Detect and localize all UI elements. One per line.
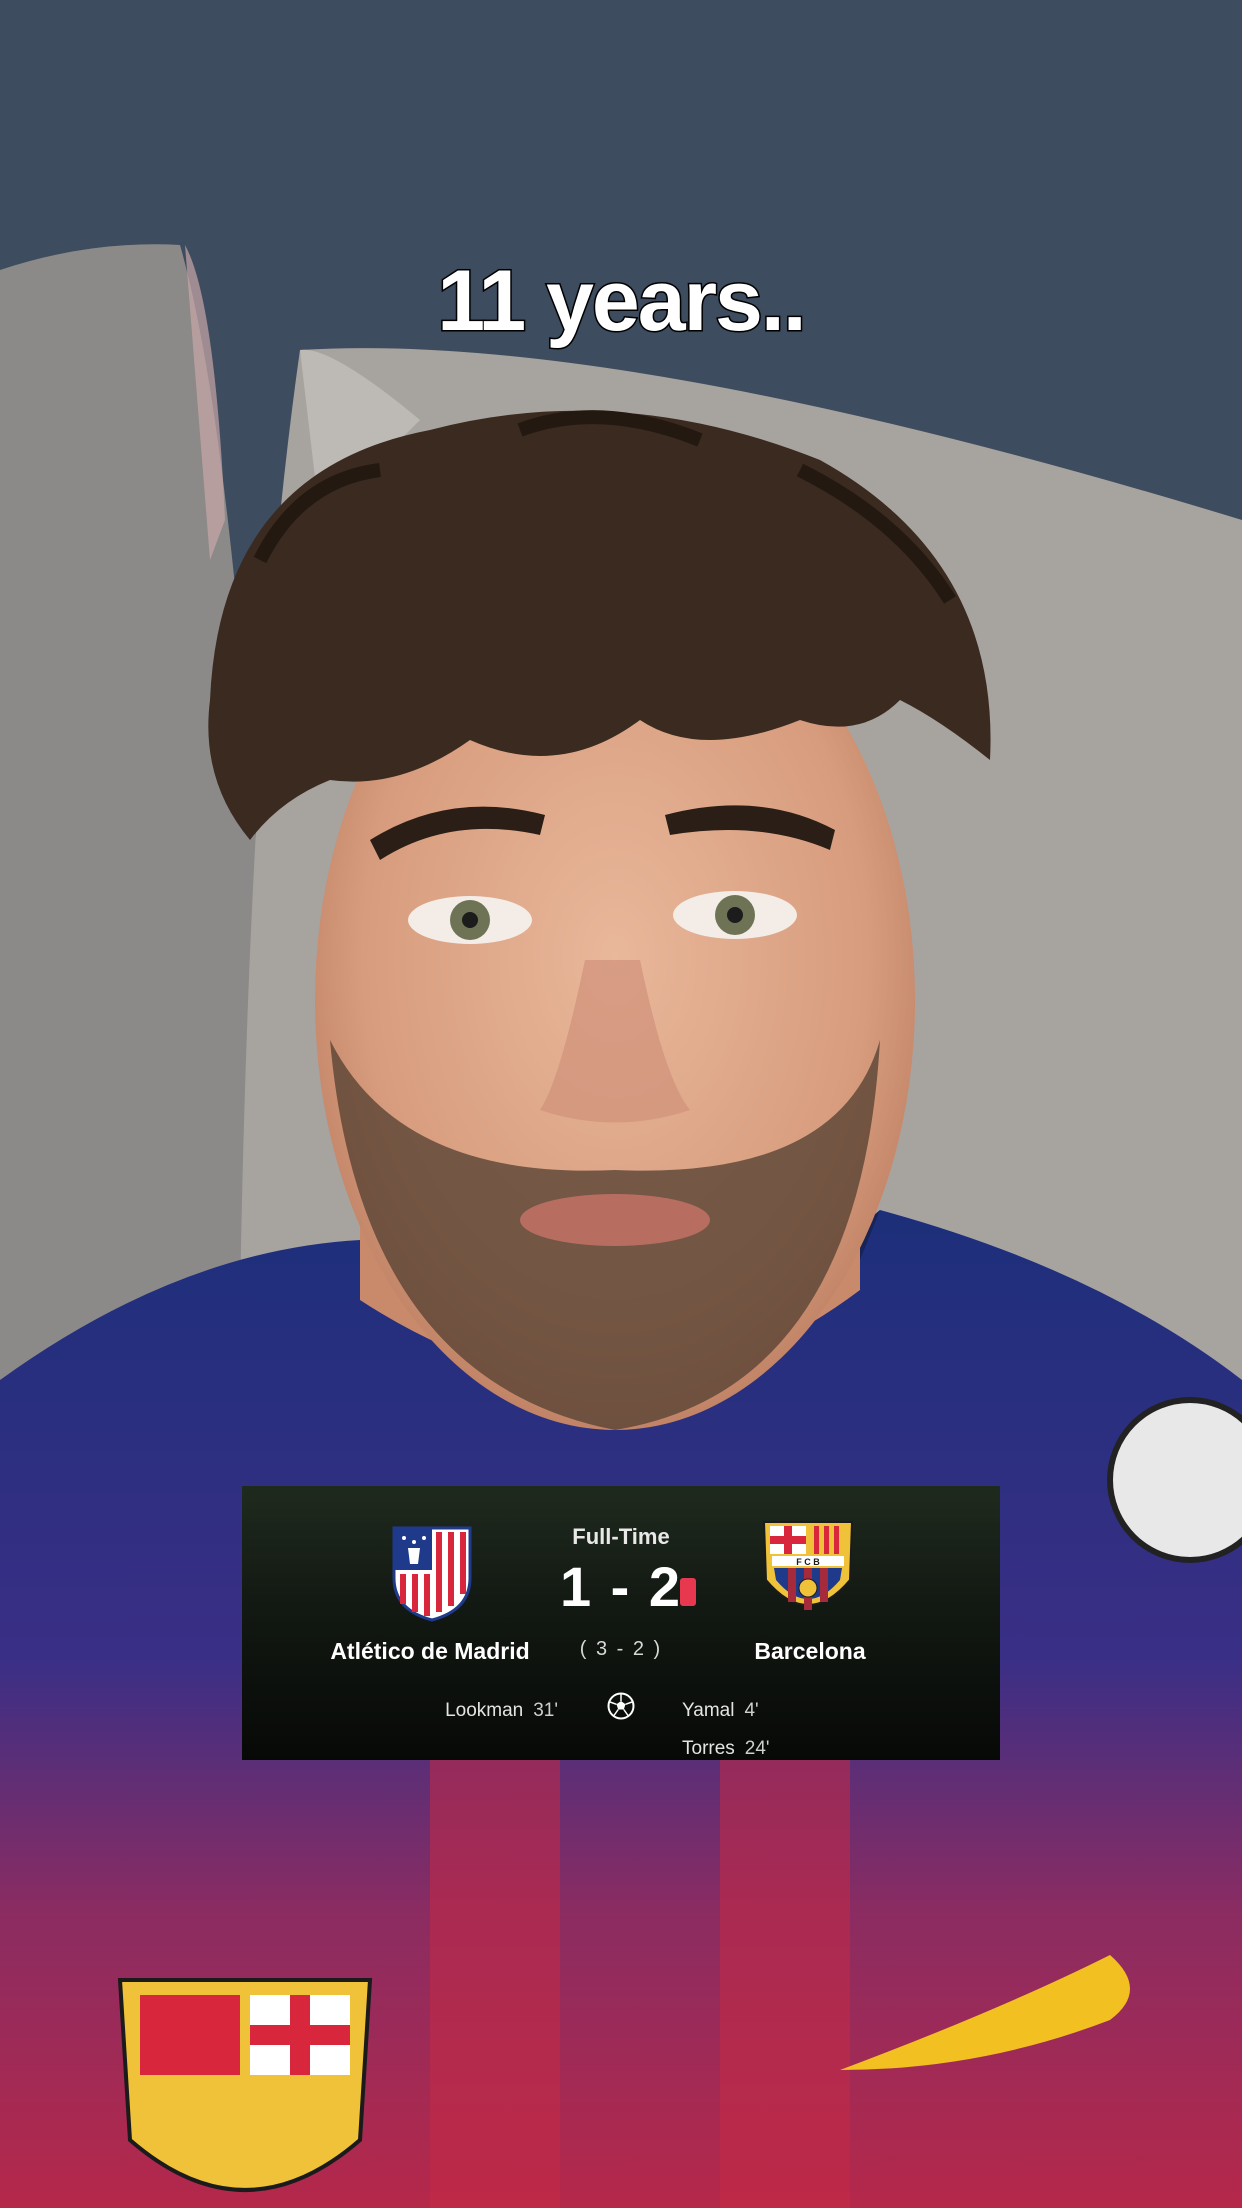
- away-team-name: Barcelona: [754, 1638, 866, 1664]
- scorer-minute: 24': [744, 1738, 770, 1759]
- match-status: Full-Time: [572, 1524, 670, 1549]
- svg-text:F C B: F C B: [796, 1557, 820, 1567]
- scorer-name: Yamal: [682, 1700, 735, 1721]
- match-score-card: Full-Time 1 - 2 ( 3 - 2 ) F C B Atlético…: [242, 1486, 1000, 1760]
- scorer-name: Lookman: [445, 1700, 524, 1721]
- scorer-row: Torres 24': [682, 1730, 770, 1768]
- scorer-minute: 4': [744, 1700, 759, 1721]
- fc-barcelona-crest-icon: F C B: [760, 1518, 856, 1622]
- scorer-name: Torres: [682, 1738, 735, 1759]
- soccer-ball-icon: [606, 1691, 636, 1726]
- red-card-icon: [680, 1578, 696, 1606]
- scorer-row: Lookman 31': [445, 1692, 558, 1730]
- scorer-row: Yamal 4': [682, 1692, 770, 1730]
- away-scorers: Yamal 4' Torres 24': [682, 1692, 770, 1768]
- home-scorers: Lookman 31': [445, 1692, 558, 1730]
- home-team-name: Atlético de Madrid: [330, 1638, 530, 1664]
- caption-text: 11 years..: [436, 252, 808, 351]
- scorer-minute: 31': [533, 1700, 558, 1721]
- atletico-madrid-crest-icon: [390, 1518, 474, 1622]
